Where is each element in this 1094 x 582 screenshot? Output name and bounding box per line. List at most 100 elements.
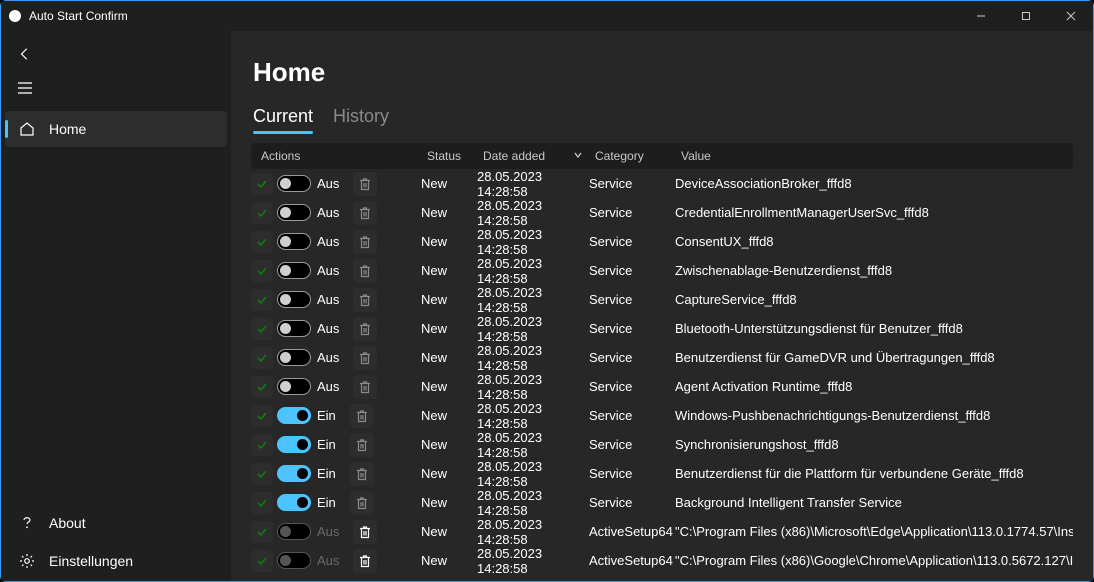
approve-button[interactable] [251,202,273,224]
window-title: Auto Start Confirm [29,9,128,23]
cell-date: 28.05.2023 14:28:58 [477,343,589,373]
table-row[interactable]: AusNew28.05.2023 14:28:58ActiveSetup64"C… [251,546,1073,575]
delete-button[interactable] [350,462,374,486]
nav-home[interactable]: Home [5,111,227,147]
toggle-label: Aus [317,350,339,365]
approve-button[interactable] [251,463,273,485]
table-row[interactable]: EinNew28.05.2023 14:28:58ServiceBenutzer… [251,459,1073,488]
delete-button[interactable] [353,520,377,544]
toggle-label: Aus [317,176,339,191]
approve-button[interactable] [251,173,273,195]
cell-category: Service [589,292,675,307]
table-row[interactable]: AusNew28.05.2023 14:28:58ServiceCaptureS… [251,285,1073,314]
delete-button[interactable] [353,288,377,312]
toggle-label: Ein [317,408,336,423]
menu-button[interactable] [5,71,45,105]
table-row[interactable]: AusNew28.05.2023 14:28:58ServiceZwischen… [251,256,1073,285]
enable-toggle[interactable] [277,465,311,482]
enable-toggle[interactable] [277,175,311,192]
enable-toggle[interactable] [277,291,311,308]
table-row[interactable]: AusNew28.05.2023 14:28:58ServiceDeviceAs… [251,169,1073,198]
table-row[interactable]: AusNew28.05.2023 14:28:58ServiceAgent Ac… [251,372,1073,401]
approve-button[interactable] [251,318,273,340]
titlebar: Auto Start Confirm [1,1,1093,31]
toggle-label: Ein [317,495,336,510]
close-button[interactable] [1048,1,1093,31]
cell-value: Background Intelligent Transfer Service [675,495,1073,510]
enable-toggle[interactable] [277,494,311,511]
nav-settings[interactable]: Einstellungen [5,543,227,579]
delete-button[interactable] [350,491,374,515]
approve-button[interactable] [251,376,273,398]
toggle-label: Aus [317,321,339,336]
home-icon [19,121,35,137]
cell-category: Service [589,495,675,510]
cell-category: Service [589,176,675,191]
enable-toggle[interactable] [277,407,311,424]
delete-button[interactable] [353,259,377,283]
page-title: Home [251,57,1093,88]
cell-date: 28.05.2023 14:28:58 [477,227,589,257]
enable-toggle[interactable] [277,320,311,337]
enable-toggle[interactable] [277,233,311,250]
delete-button[interactable] [350,433,374,457]
enable-toggle [277,552,311,569]
enable-toggle[interactable] [277,262,311,279]
table-row[interactable]: AusNew28.05.2023 14:28:58ServiceCredenti… [251,198,1073,227]
col-actions[interactable]: Actions [257,149,427,163]
table-row[interactable]: EinNew28.05.2023 14:28:58ServiceWindows-… [251,401,1073,430]
tab-current[interactable]: Current [253,106,313,133]
enable-toggle[interactable] [277,204,311,221]
table-row[interactable]: EinNew28.05.2023 14:28:58ServiceSynchron… [251,430,1073,459]
cell-status: New [421,321,477,336]
approve-button[interactable] [251,347,273,369]
enable-toggle[interactable] [277,349,311,366]
approve-button[interactable] [251,289,273,311]
enable-toggle[interactable] [277,378,311,395]
approve-button[interactable] [251,231,273,253]
approve-button[interactable] [251,550,273,572]
cell-date: 28.05.2023 14:28:58 [477,256,589,286]
toggle-label: Ein [317,437,336,452]
toggle-label: Aus [317,524,339,539]
minimize-button[interactable] [958,1,1003,31]
approve-button[interactable] [251,434,273,456]
maximize-button[interactable] [1003,1,1048,31]
cell-value: Zwischenablage-Benutzerdienst_fffd8 [675,263,1073,278]
cell-status: New [421,437,477,452]
approve-button[interactable] [251,492,273,514]
toggle-label: Aus [317,292,339,307]
approve-button[interactable] [251,521,273,543]
cell-status: New [421,176,477,191]
table-row[interactable]: AusNew28.05.2023 14:28:58ServiceConsentU… [251,227,1073,256]
delete-button[interactable] [353,172,377,196]
cell-value: "C:\Program Files (x86)\Microsoft\Edge\A… [675,524,1073,539]
col-value[interactable]: Value [681,149,1067,163]
nav-about[interactable]: About [5,505,227,541]
cell-status: New [421,408,477,423]
delete-button[interactable] [350,404,374,428]
table-row[interactable]: AusNew28.05.2023 14:28:58ServiceBluetoot… [251,314,1073,343]
delete-button[interactable] [353,549,377,573]
cell-date: 28.05.2023 14:28:58 [477,372,589,402]
delete-button[interactable] [353,317,377,341]
delete-button[interactable] [353,346,377,370]
toggle-label: Aus [317,205,339,220]
col-date[interactable]: Date added [483,149,595,163]
table-body: AusNew28.05.2023 14:28:58ServiceDeviceAs… [251,169,1073,575]
approve-button[interactable] [251,405,273,427]
col-status[interactable]: Status [427,149,483,163]
approve-button[interactable] [251,260,273,282]
table-row[interactable]: AusNew28.05.2023 14:28:58ServiceBenutzer… [251,343,1073,372]
cell-value: Benutzerdienst für die Plattform für ver… [675,466,1073,481]
cell-date: 28.05.2023 14:28:58 [477,169,589,199]
col-category[interactable]: Category [595,149,681,163]
enable-toggle[interactable] [277,436,311,453]
table-row[interactable]: AusNew28.05.2023 14:28:58ActiveSetup64"C… [251,517,1073,546]
delete-button[interactable] [353,375,377,399]
table-row[interactable]: EinNew28.05.2023 14:28:58ServiceBackgrou… [251,488,1073,517]
tab-history[interactable]: History [333,106,389,133]
delete-button[interactable] [353,230,377,254]
back-button[interactable] [5,37,45,71]
delete-button[interactable] [353,201,377,225]
